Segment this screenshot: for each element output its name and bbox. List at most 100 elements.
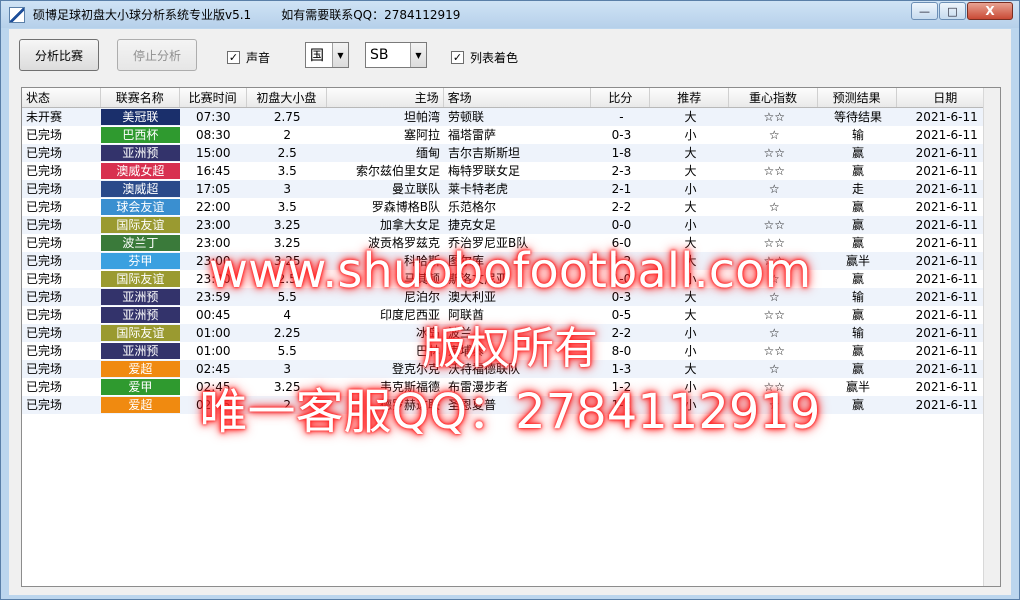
away-cell: 劳顿联 [447,110,484,124]
bookmaker-select[interactable]: SB ▼ [365,42,427,68]
header-date[interactable]: 日期 [897,88,995,107]
list-color-check-mark[interactable]: ✓ [451,51,464,64]
time-cell: 23:00 [195,218,231,232]
table-row[interactable]: 已完场 巴西杯 08:30 2 塞阿拉 福塔雷萨 0-3 小 ☆ 输 2021-6-11 [22,126,1000,144]
table-row[interactable]: 已完场 国际友谊 01:00 2.25 冰岛 波兰 2-2 小 ☆ 输 2021-6-11 [22,324,1000,342]
header-line[interactable]: 初盘大小盘 [247,88,328,107]
table-header: 状态 联赛名称 比赛时间 初盘大小盘 主场 客场 比分 推荐 重心指数 预测结果… [22,88,1000,108]
score-cell: 1-2 [611,380,632,394]
league-badge: 亚洲预 [100,145,180,161]
status-cell: 已完场 [26,218,63,232]
line-cell: 3 [283,362,292,376]
league-cell: 爱甲 [100,378,180,396]
stop-analysis-button[interactable]: 停止分析 [117,39,197,71]
match-table[interactable]: 状态 联赛名称 比赛时间 初盘大小盘 主场 客场 比分 推荐 重心指数 预测结果… [21,87,1001,587]
league-cell: 国际友谊 [100,270,180,288]
table-row[interactable]: 已完场 球会友谊 22:00 3.5 罗森博格B队 乐范格尔 2-2 大 ☆ 赢 2021-6-11 [22,198,1000,216]
close-button[interactable]: X [967,2,1013,20]
header-home[interactable]: 主场 [327,88,444,107]
minimize-button[interactable]: — [911,2,938,20]
index-cell: ☆ [768,200,780,214]
header-index[interactable]: 重心指数 [729,88,818,107]
time-cell: 23:00 [195,236,231,250]
table-row[interactable]: 已完场 爱甲 02:45 3.25 韦克斯福德 布雷漫步者 1-2 小 ☆☆ 赢半 2021-6-1… [22,378,1000,396]
home-cell: 巴林 [415,344,440,358]
score-cell: - [619,110,624,124]
table-row[interactable]: 已完场 亚洲预 15:00 2.5 缅甸 吉尔吉斯斯坦 1-8 大 ☆☆ 赢 2021-6-11 [22,144,1000,162]
time-cell: 23:59 [195,290,231,304]
time-cell: 23:00 [195,254,231,268]
table-row[interactable]: 已完场 亚洲预 01:00 5.5 巴林 柬埔寨 8-0 小 ☆☆ 赢 2021-6-11 [22,342,1000,360]
pred-cell: 赢半 [846,254,871,268]
line-cell: 2.75 [273,110,301,124]
league-cell: 澳威超 [100,180,180,198]
line-cell: 3.25 [273,254,301,268]
header-away[interactable]: 客场 [444,88,592,107]
header-league[interactable]: 联赛名称 [101,88,180,107]
vertical-scrollbar[interactable] [983,88,1000,586]
header-recommend[interactable]: 推荐 [650,88,730,107]
analyze-button[interactable]: 分析比赛 [19,39,99,71]
score-cell: 1-8 [611,146,632,160]
table-row[interactable]: 已完场 澳威女超 16:45 3.5 索尔兹伯里女足 梅特罗联女足 2-3 大 ☆☆ 赢 2021-… [22,162,1000,180]
line-cell: 2.5 [277,146,297,160]
title-bar[interactable]: 硕博足球初盘大小球分析系统专业版v5.1 如有需要联系QQ：2784112919… [1,1,1019,28]
list-color-checkbox[interactable]: ✓ 列表着色 [451,49,518,66]
header-time[interactable]: 比赛时间 [180,88,247,107]
status-cell: 已完场 [26,380,63,394]
rec-cell: 小 [684,398,697,412]
time-cell: 02:45 [195,398,231,412]
index-cell: ☆☆ [763,344,785,358]
away-cell: 乐范格尔 [447,200,496,214]
pred-cell: 赢 [852,218,865,232]
maximize-button[interactable]: □ [939,2,966,20]
index-cell: ☆ [768,272,780,286]
table-row[interactable]: 已完场 爱超 02:45 3 登克尔克 沃特福德联队 1-3 大 ☆ 赢 2021-6-11 [22,360,1000,378]
away-cell: 澳大利亚 [447,290,496,304]
table-row[interactable]: 已完场 亚洲预 00:45 4 印度尼西亚 阿联酋 0-5 大 ☆☆ 赢 2021-6-11 [22,306,1000,324]
rec-cell: 大 [684,308,697,322]
header-status[interactable]: 状态 [22,88,101,107]
sound-checkbox[interactable]: ✓ 声音 [227,49,270,66]
index-cell: ☆☆ [763,110,785,124]
line-cell: 5.5 [277,290,297,304]
chevron-down-icon[interactable]: ▼ [410,43,426,67]
league-cell: 澳威女超 [100,162,180,180]
country-select[interactable]: 国 ▼ [305,42,349,68]
away-cell: 阿联酋 [447,308,484,322]
league-cell: 波兰丁 [100,234,180,252]
sound-check-mark[interactable]: ✓ [227,51,240,64]
league-cell: 巴西杯 [100,126,180,144]
table-row[interactable]: 已完场 芬甲 23:00 3.25 科哈斯 图尔库 1-2 大 ☆☆ 赢半 2021-6-11 [22,252,1000,270]
date-cell: 2021-6-11 [915,344,978,358]
time-cell: 16:45 [195,164,231,178]
line-cell: 2 [283,128,292,142]
table-row[interactable]: 已完场 波兰丁 23:00 3.25 波贡格罗兹克 乔治罗尼亚B队 6-0 大 ☆☆ 赢 2021-… [22,234,1000,252]
table-row[interactable]: 未开赛 美冠联 07:30 2.75 坦帕湾 劳顿联 - 大 ☆☆ 等待结果 2021-6-11 [22,108,1000,126]
away-cell: 沃特福德联队 [447,362,520,376]
pred-cell: 赢 [852,362,865,376]
line-cell: 3 [283,182,292,196]
pred-cell: 赢 [852,164,865,178]
header-score[interactable]: 比分 [591,88,651,107]
away-cell: 吉尔吉斯斯坦 [447,146,520,160]
table-row[interactable]: 已完场 国际友谊 23:00 3.25 加拿大女足 捷克女足 0-0 小 ☆☆ 赢 2021-6-1… [22,216,1000,234]
league-badge: 亚洲预 [100,343,180,359]
header-prediction[interactable]: 预测结果 [818,88,897,107]
status-cell: 已完场 [26,398,63,412]
score-cell: 1-0 [611,272,632,286]
chevron-down-icon[interactable]: ▼ [332,43,348,67]
time-cell: 01:00 [195,344,231,358]
home-cell: 坦帕湾 [403,110,440,124]
table-row[interactable]: 已完场 国际友谊 23:30 2.5 马其顿 斯洛文尼亚 1-0 小 ☆ 赢 2021-6-11 [22,270,1000,288]
contact-text: 如有需要联系QQ：2784112919 [281,8,461,22]
away-cell: 梅特罗联女足 [447,164,520,178]
table-row[interactable]: 已完场 亚洲预 23:59 5.5 尼泊尔 澳大利亚 0-3 大 ☆ 输 2021-6-11 [22,288,1000,306]
status-cell: 已完场 [26,326,63,340]
table-row[interactable]: 已完场 爱超 02:45 2 德罗赫达联 圣恩夏普 1-2 小 ☆ 赢 2021-6-11 [22,396,1000,414]
home-cell: 波贡格罗兹克 [367,236,440,250]
rec-cell: 小 [684,380,697,394]
rec-cell: 大 [684,254,697,268]
table-row[interactable]: 已完场 澳威超 17:05 3 曼立联队 莱卡特老虎 2-1 小 ☆ 走 2021-6-11 [22,180,1000,198]
league-badge: 巴西杯 [100,127,180,143]
